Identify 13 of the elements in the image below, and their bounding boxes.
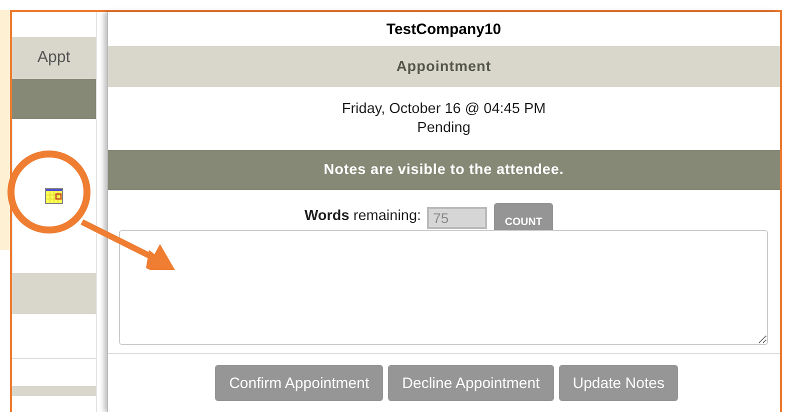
section-header: Appointment	[108, 46, 780, 87]
notes-field[interactable]	[118, 230, 768, 345]
company-title: TestCompany10	[385, 20, 502, 40]
appointment-status: Pending	[417, 118, 470, 138]
notice-banner: Notes are visible to the attendee.	[108, 150, 780, 190]
action-button[interactable]: Decline Appointment	[388, 365, 554, 401]
column-header: Appt	[12, 37, 96, 79]
appointment-datetime: Friday, October 16 @ 04:45 PM	[342, 100, 546, 118]
action-button[interactable]: Confirm Appointment	[215, 365, 384, 401]
words-remaining-label: Words remaining:	[304, 208, 422, 226]
action-button[interactable]: Update Notes	[558, 365, 678, 401]
count-button[interactable]: COUNT	[494, 203, 554, 230]
calendar-icon[interactable]	[45, 188, 64, 204]
